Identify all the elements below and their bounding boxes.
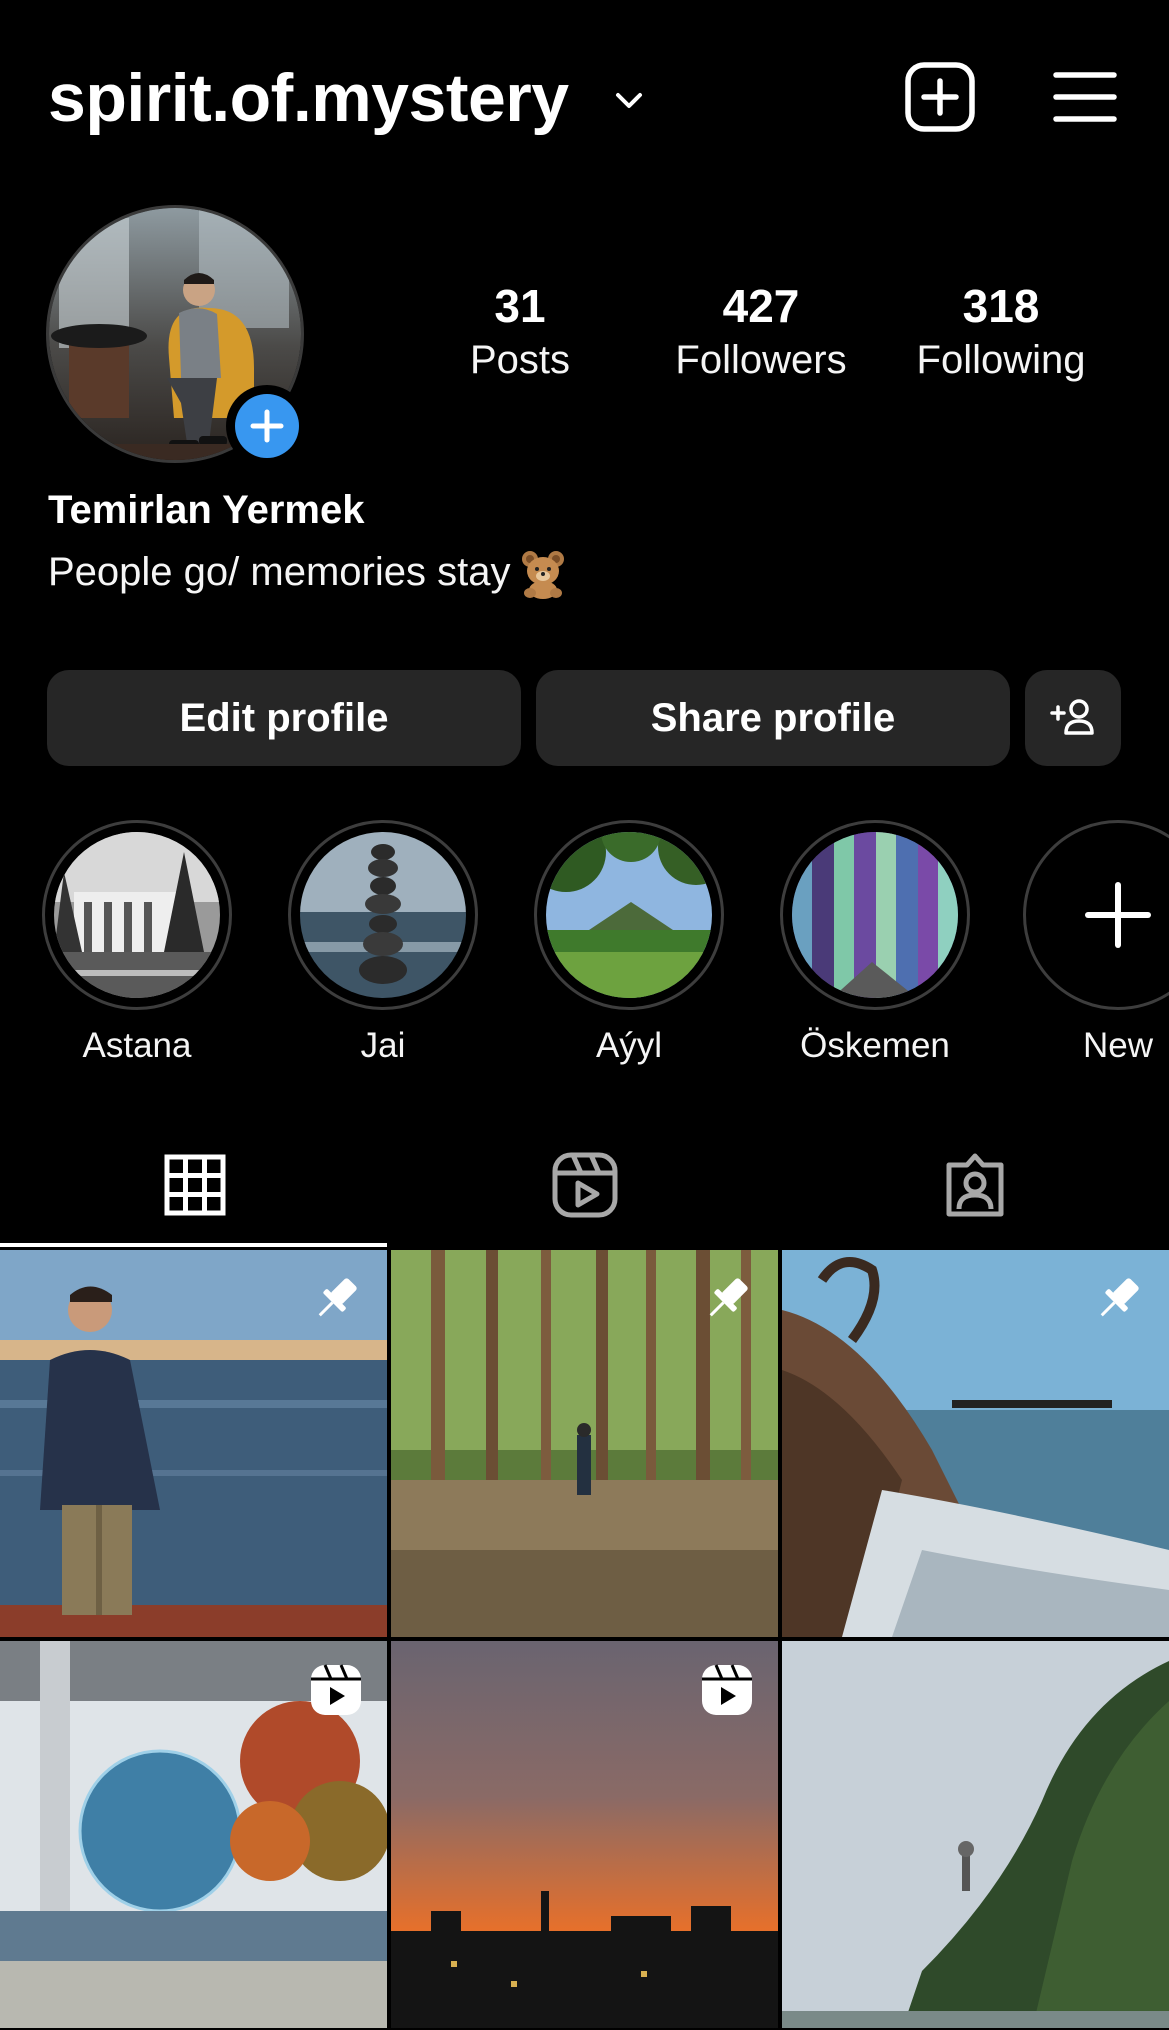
grid-icon	[164, 1154, 225, 1216]
post-thumbnail[interactable]	[0, 1250, 387, 1637]
highlight-ayyl[interactable]: Aýyl	[531, 820, 727, 1068]
new-post-icon[interactable]	[903, 60, 977, 134]
reels-icon	[552, 1152, 617, 1218]
posts-label: Posts	[469, 338, 571, 382]
active-tab-indicator	[0, 1243, 387, 1247]
posts-count[interactable]: 31 Posts	[410, 278, 630, 386]
add-story-button[interactable]	[226, 385, 308, 467]
plus-icon	[1085, 882, 1151, 948]
highlight-cover	[300, 832, 466, 998]
highlight-label: New	[1083, 1026, 1154, 1065]
highlight-cover	[54, 832, 220, 998]
followers-number: 427	[722, 280, 800, 332]
pin-icon	[709, 1278, 748, 1317]
highlight-jai[interactable]: Jai	[285, 820, 481, 1068]
add-person-icon	[1050, 699, 1094, 735]
highlight-label: Aýyl	[595, 1026, 663, 1065]
tagged-icon	[946, 1153, 1003, 1217]
profile-tabs	[0, 1120, 1169, 1250]
menu-icon[interactable]	[1048, 60, 1122, 134]
post-thumbnail[interactable]	[782, 1250, 1169, 1637]
profile-bio: People go/ memories stay	[48, 545, 570, 599]
tab-grid[interactable]	[0, 1120, 389, 1250]
discover-people-button[interactable]	[1025, 670, 1121, 766]
post-thumbnail[interactable]	[0, 1641, 387, 2028]
pin-icon	[1100, 1278, 1139, 1317]
highlight-cover	[546, 832, 712, 998]
following-number: 318	[962, 280, 1040, 332]
highlight-label: Öskemen	[800, 1026, 950, 1065]
following-count[interactable]: 318 Following	[891, 278, 1111, 386]
post-thumbnail[interactable]	[782, 1641, 1169, 2028]
followers-label: Followers	[675, 338, 847, 382]
post-thumbnail[interactable]	[391, 1250, 778, 1637]
new-highlight-button[interactable]: New	[1023, 820, 1169, 1068]
tab-tagged[interactable]	[780, 1120, 1169, 1250]
highlight-oskemen[interactable]: Öskemen	[777, 820, 973, 1068]
posts-grid	[0, 1250, 1169, 2030]
account-username-switcher[interactable]: spirit.of.mystery	[48, 58, 569, 138]
following-label: Following	[916, 338, 1086, 382]
highlight-cover	[792, 832, 958, 998]
profile-full-name: Temirlan Yermek	[48, 488, 365, 532]
pin-icon	[318, 1278, 357, 1317]
chevron-down-icon[interactable]	[612, 84, 646, 118]
highlight-astana[interactable]: Astana	[39, 820, 235, 1068]
highlight-label: Astana	[82, 1026, 192, 1065]
post-thumbnail[interactable]	[391, 1641, 778, 2028]
share-profile-button[interactable]: Share profile	[536, 670, 1010, 766]
reel-icon	[311, 1664, 361, 1715]
posts-number: 31	[494, 280, 546, 332]
reel-icon	[702, 1664, 752, 1715]
teddy-bear-emoji-icon	[522, 551, 565, 599]
profile-header: spirit.of.mystery	[0, 0, 1169, 200]
followers-count[interactable]: 427 Followers	[651, 278, 871, 386]
tab-reels[interactable]	[390, 1120, 779, 1250]
plus-icon	[250, 409, 284, 443]
highlight-label: Jai	[360, 1026, 406, 1065]
bio-text: People go/ memories stay	[48, 549, 511, 594]
edit-profile-button[interactable]: Edit profile	[47, 670, 521, 766]
